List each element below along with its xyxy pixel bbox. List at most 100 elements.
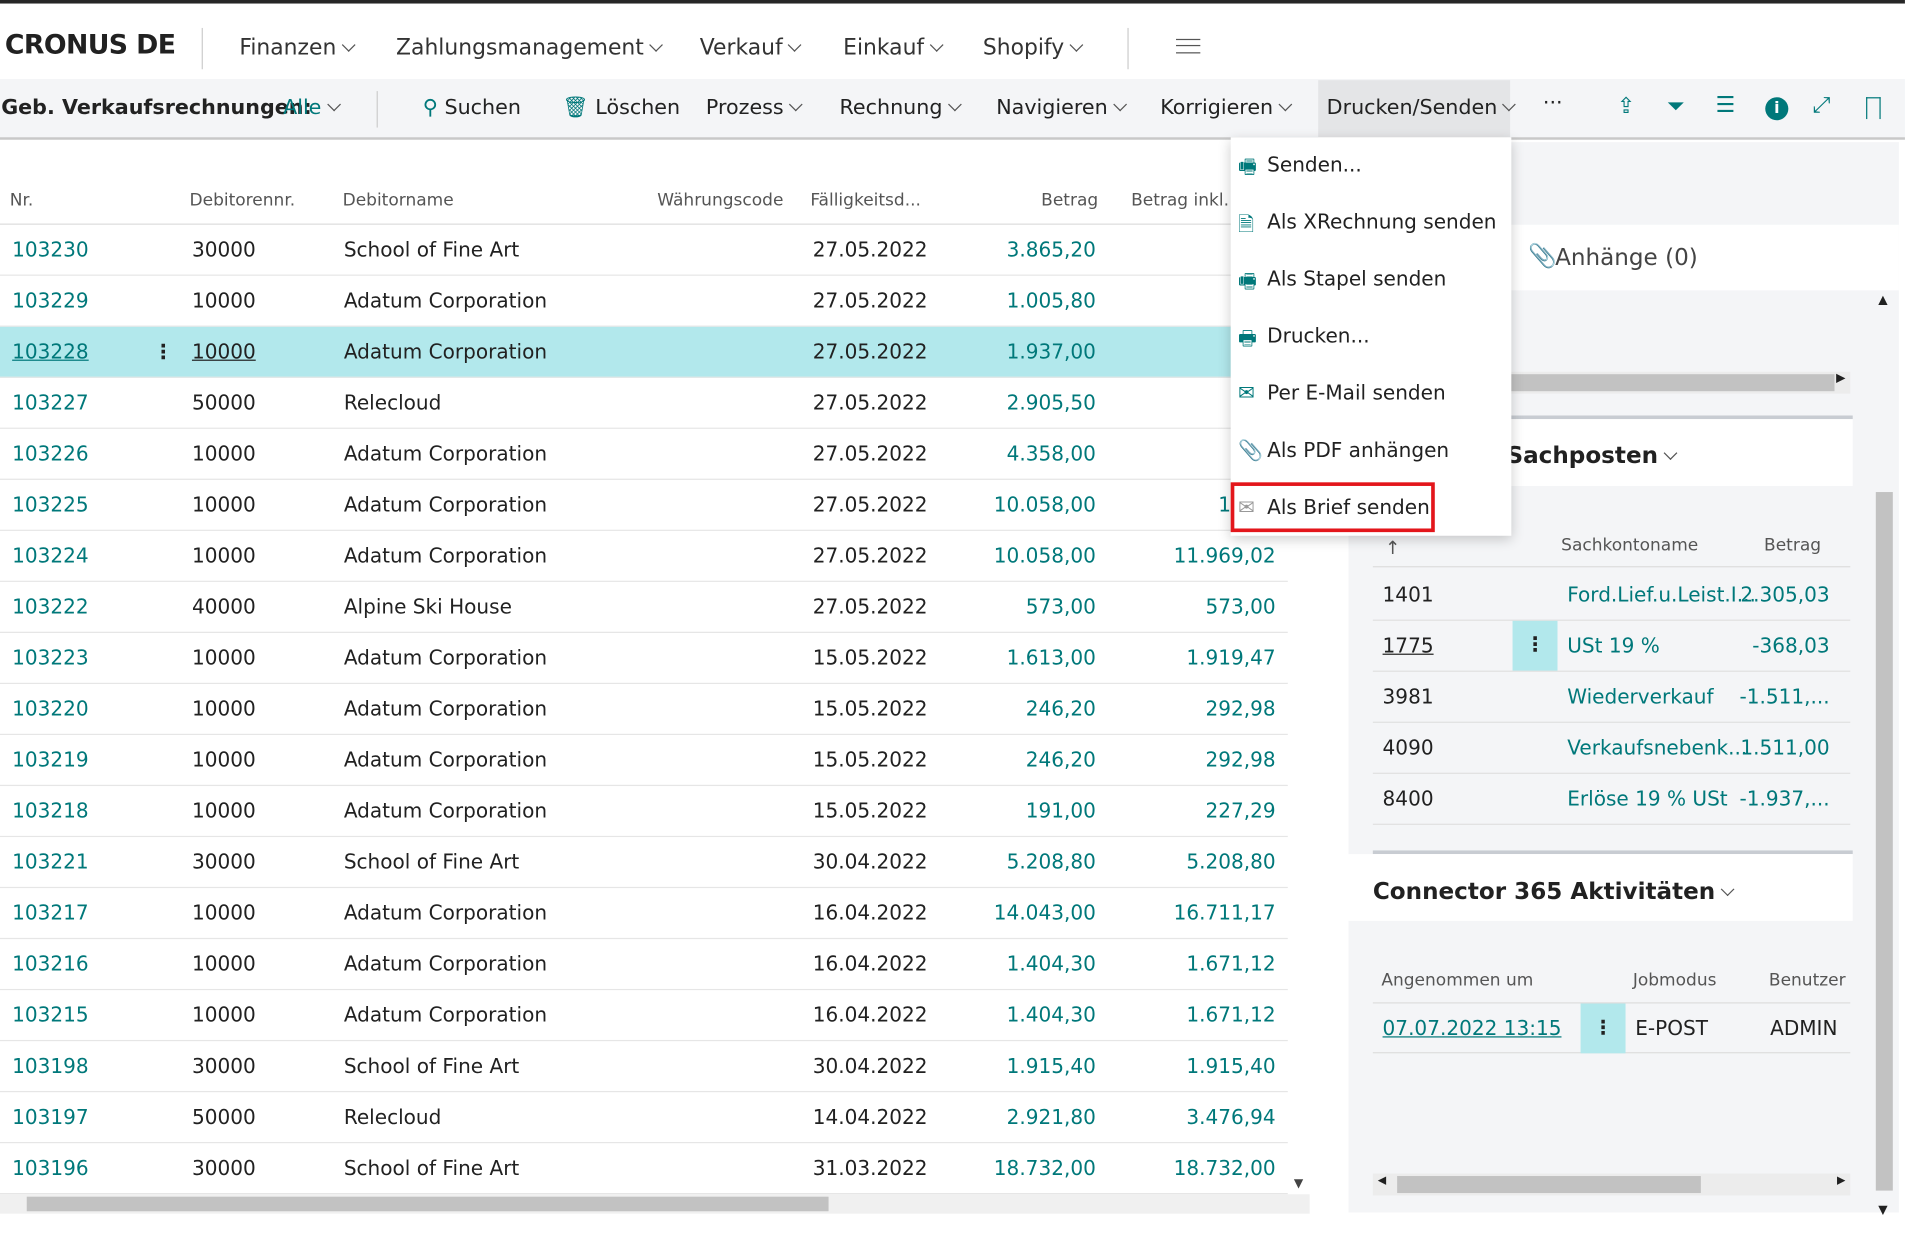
amount[interactable]: 1.005,80	[1007, 289, 1096, 312]
amount[interactable]: 14.043,00	[994, 901, 1096, 924]
amount[interactable]: 1.511,00	[1740, 736, 1829, 759]
print-send-menu[interactable]: Drucken/Senden	[1318, 80, 1517, 138]
expand-icon[interactable]: ⤢	[1813, 92, 1831, 118]
table-row[interactable]: 103218 10000 Adatum Corporation 15.05.2022 1…	[0, 786, 1288, 838]
row-actions-icon[interactable]: ⋮	[153, 340, 173, 363]
amount[interactable]: 2.905,50	[1007, 391, 1096, 414]
invoice-no-link[interactable]: 103218	[12, 799, 89, 822]
amount[interactable]: 246,20	[1026, 697, 1096, 720]
table-row[interactable]: 10322750000Relecloud27.05.20222.905,503.…	[0, 378, 1288, 429]
amount-incl-vat[interactable]: 1.915,40	[1186, 1055, 1275, 1078]
invoice-no-link[interactable]: 103227	[12, 391, 89, 414]
ledger-row[interactable]: 1401 Ford.Lief.u.Leist.I... 2.305,03	[1372, 570, 1851, 621]
nav-zahlungsmanagement[interactable]: Zahlungsmanagement	[396, 35, 663, 61]
amount[interactable]: 1.915,40	[1007, 1055, 1096, 1078]
invoice-no-link[interactable]: 103197	[12, 1106, 89, 1129]
horizontal-scrollbar[interactable]	[0, 1194, 1310, 1214]
amount[interactable]: 3.865,20	[1007, 238, 1096, 261]
column-header-customer-no[interactable]: Debitorennr.	[190, 191, 296, 210]
invoice-menu[interactable]: Rechnung	[839, 96, 962, 120]
account-name[interactable]: Erlöse 19 % USt	[1567, 787, 1727, 810]
account-no[interactable]: 1401	[1383, 583, 1434, 606]
connector-row[interactable]: 07.07.2022 13:15 ⋮ E-POST ADMIN	[1372, 1002, 1851, 1054]
scrollbar-thumb[interactable]	[26, 1196, 829, 1212]
amount-incl-vat[interactable]: 1.671,12	[1186, 952, 1275, 975]
invoice-no-link[interactable]: 103220	[12, 697, 89, 720]
table-row[interactable]: 103219 10000 Adatum Corporation 15.05.2022 2…	[0, 735, 1288, 787]
table-row[interactable]: 103215 10000 Adatum Corporation 16.04.2022 1…	[0, 990, 1288, 1042]
amount[interactable]: 5.208,80	[1007, 850, 1096, 873]
amount[interactable]: 191,00	[1026, 799, 1096, 822]
table-row[interactable]: 103222 40000 Alpine Ski House 27.05.2022 573…	[0, 582, 1288, 633]
info-icon[interactable]: i	[1765, 97, 1789, 121]
amount[interactable]: 18.732,00	[994, 1157, 1096, 1180]
amount-incl-vat[interactable]: 292,98	[1206, 697, 1276, 720]
process-menu[interactable]: Prozess	[706, 96, 803, 120]
table-row[interactable]: 103228 10000 Adatum Corporation 27.05.2022 1…	[0, 326, 1288, 378]
invoice-no-link[interactable]: 103216	[12, 952, 89, 975]
delete-button[interactable]: 🗑 Löschen	[562, 96, 680, 120]
ledger-row[interactable]: 4090 Verkaufsnebenk... 1.511,00	[1372, 723, 1851, 774]
menu-item-xrechnung[interactable]: 🗎 Als XRechnung senden	[1231, 199, 1512, 248]
amount[interactable]: 4.358,00	[1007, 442, 1096, 465]
column-header-customer-name[interactable]: Debitorname	[343, 191, 454, 210]
correct-menu[interactable]: Korrigieren	[1160, 96, 1293, 120]
column-header-user[interactable]: Benutzer II	[1769, 971, 1852, 990]
table-row[interactable]: 103230 30000 School of Fine Art 27.05.2022 3…	[0, 225, 1288, 276]
nav-einkauf[interactable]: Einkauf	[843, 35, 944, 61]
vertical-scrollbar[interactable]: ▲ ▼	[1873, 294, 1895, 1217]
amount[interactable]: 2.921,80	[1007, 1106, 1096, 1129]
menu-item-pdf-attach[interactable]: 📎 Als PDF anhängen	[1231, 428, 1512, 477]
nav-finanzen[interactable]: Finanzen	[239, 35, 356, 61]
invoice-no-link[interactable]: 103198	[12, 1055, 89, 1078]
filter-icon[interactable]: ⏷	[1667, 94, 1685, 120]
column-header-currency[interactable]: Währungscode	[657, 191, 783, 210]
invoice-no-link[interactable]: 103221	[12, 850, 89, 873]
menu-item-email[interactable]: ✉ Per E-Mail senden	[1231, 371, 1512, 420]
filter-dropdown[interactable]: Alle	[283, 96, 341, 120]
table-row[interactable]: 103224 10000 Adatum Corporation 27.05.2022 1…	[0, 531, 1288, 582]
bookmark-icon[interactable]	[1866, 97, 1881, 120]
account-name[interactable]: Ford.Lief.u.Leist.I...	[1567, 583, 1756, 606]
amount[interactable]: -1.937,...	[1740, 787, 1830, 810]
table-row[interactable]: 103198 30000 School of Fine Art 30.04.2022 1…	[0, 1041, 1288, 1093]
row-actions-icon[interactable]: ⋮	[1512, 620, 1558, 671]
amount-incl-vat[interactable]: 3.476,94	[1186, 1106, 1275, 1129]
invoice-no-link[interactable]: 103226	[12, 442, 89, 465]
sort-arrow-icon[interactable]: ↑	[1385, 537, 1400, 559]
list-view-icon[interactable]: ☰	[1715, 92, 1735, 118]
amount[interactable]: 2.305,03	[1740, 583, 1829, 606]
amount[interactable]: 1.613,00	[1007, 646, 1096, 669]
ledger-row[interactable]: 3981 Wiederverkauf -1.511,...	[1372, 672, 1851, 723]
amount[interactable]: 573,00	[1026, 595, 1096, 618]
nav-shopify[interactable]: Shopify	[983, 35, 1084, 61]
column-header-amount[interactable]: Betrag	[1764, 536, 1821, 555]
amount-incl-vat[interactable]: 11.969,02	[1174, 544, 1276, 567]
connector-activities-title[interactable]: Connector 365 Aktivitäten	[1373, 878, 1735, 905]
menu-item-batch-send[interactable]: 🖷 Als Stapel senden	[1231, 256, 1512, 305]
ledger-row[interactable]: 1775 ⋮ USt 19 % -368,03	[1372, 620, 1851, 672]
hamburger-menu-icon[interactable]	[1176, 38, 1201, 54]
menu-item-printer[interactable]: 🖶 Drucken...	[1231, 313, 1512, 362]
amount-incl-vat[interactable]: 16.711,17	[1174, 901, 1276, 924]
invoice-no-link[interactable]: 103229	[12, 289, 89, 312]
accepted-link[interactable]: 07.07.2022 13:15	[1383, 1017, 1562, 1040]
amount[interactable]: 10.058,00	[994, 544, 1096, 567]
nav-verkauf[interactable]: Verkauf	[700, 35, 802, 61]
invoice-no-link[interactable]: 103230	[12, 238, 89, 261]
amount-incl-vat[interactable]: 292,98	[1206, 748, 1276, 771]
amount[interactable]: 1.937,00	[1007, 340, 1096, 363]
column-header-amount[interactable]: Betrag	[1041, 191, 1098, 210]
amount-incl-vat[interactable]: 227,29	[1206, 799, 1276, 822]
table-row[interactable]: 103225 10000 Adatum Corporation 27.05.2022 1…	[0, 480, 1288, 531]
horizontal-scrollbar[interactable]: ◀ ▶	[1372, 1173, 1851, 1196]
amount-incl-vat[interactable]: 1.919,47	[1186, 646, 1275, 669]
amount-incl-vat[interactable]: 573,00	[1206, 595, 1276, 618]
invoice-no-link[interactable]: 103225	[12, 493, 89, 516]
column-header-due-date[interactable]: Fälligkeitsd...	[810, 191, 921, 210]
amount[interactable]: -1.511,...	[1740, 685, 1830, 708]
amount[interactable]: 1.404,30	[1007, 1004, 1096, 1027]
account-name[interactable]: USt 19 %	[1567, 634, 1660, 657]
table-row[interactable]: 103197 50000 Relecloud 14.04.2022 2.921,80 3.…	[0, 1092, 1288, 1144]
table-row[interactable]: 103217 10000 Adatum Corporation 16.04.2022 1…	[0, 888, 1288, 940]
